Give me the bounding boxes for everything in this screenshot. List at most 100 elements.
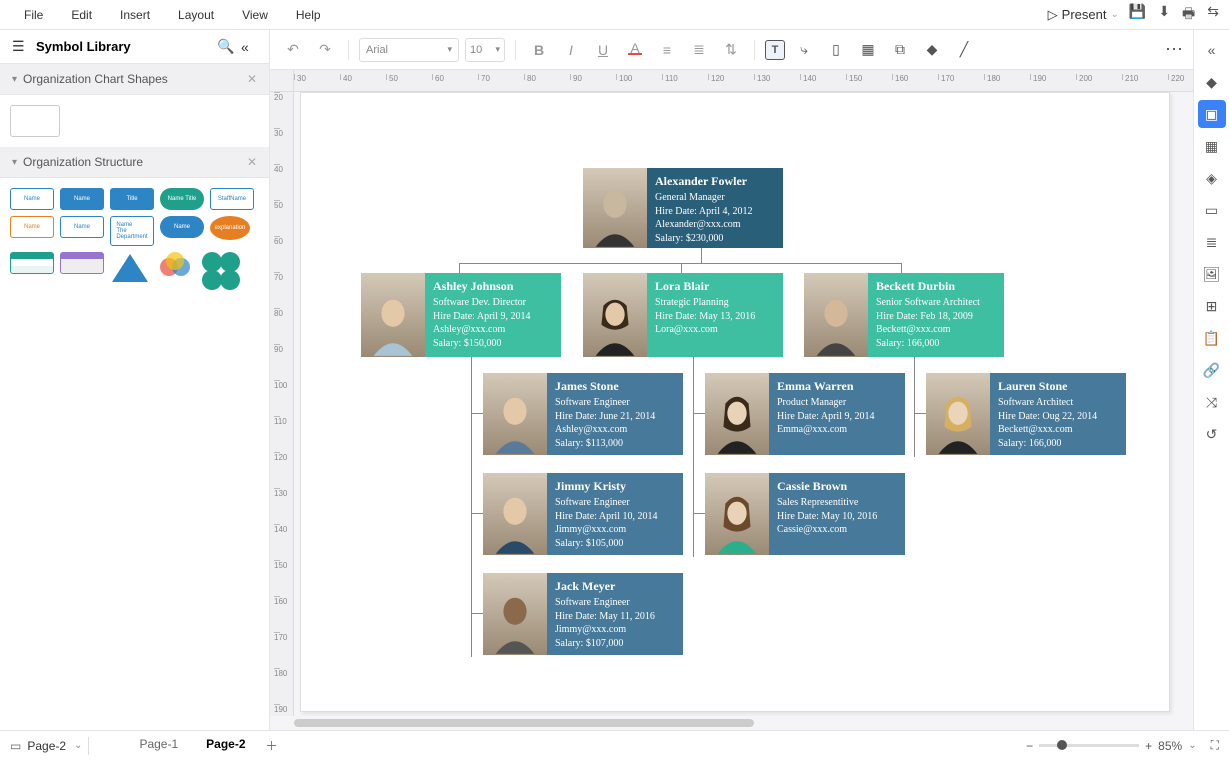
expand-panel-icon[interactable]: « <box>1198 36 1226 64</box>
connector <box>901 263 902 273</box>
close-icon[interactable]: ✕ <box>247 155 257 169</box>
connector <box>471 413 483 414</box>
connector <box>701 248 702 263</box>
menu-edit[interactable]: Edit <box>57 2 106 28</box>
status-bar: ▭ Page-2 ⌄ Page-1 Page-2 ＋ − + 85% ⌄ ⛶ <box>0 730 1229 760</box>
fullscreen-icon[interactable]: ⛶ <box>1211 738 1219 753</box>
valign-button[interactable]: ≣ <box>686 37 712 63</box>
align-button[interactable]: ≡ <box>654 37 680 63</box>
save-icon[interactable]: 💾 <box>1129 3 1146 27</box>
zoom-value[interactable]: 85% <box>1158 739 1182 753</box>
scrollbar-horizontal[interactable] <box>294 716 1193 730</box>
slideshow-panel-icon[interactable]: ▭ <box>1198 196 1226 224</box>
print-icon[interactable]: 🖶 <box>1182 3 1195 27</box>
shape-venn4[interactable] <box>202 252 242 292</box>
connector <box>914 413 926 414</box>
shape-outline[interactable]: Name <box>10 188 54 210</box>
org-card-leaf[interactable]: Jimmy Kristy Software Engineer Hire Date… <box>483 473 683 555</box>
redo-button[interactable]: ↷ <box>312 37 338 63</box>
page-select-label: Page-2 <box>27 739 66 753</box>
line-style-button[interactable]: ╱ <box>951 37 977 63</box>
italic-button[interactable]: I <box>558 37 584 63</box>
connector <box>471 357 472 657</box>
connector <box>471 613 483 614</box>
zoom-slider[interactable] <box>1039 744 1139 747</box>
search-icon[interactable]: 🔍 <box>217 38 233 55</box>
page-tab-1[interactable]: Page-1 <box>125 731 192 760</box>
page-tab-2[interactable]: Page-2 <box>192 731 259 760</box>
menu-insert[interactable]: Insert <box>106 2 164 28</box>
category-org-chart-shapes[interactable]: ▾ Organization Chart Shapes ✕ <box>0 64 269 95</box>
org-card-leaf[interactable]: Emma Warren Product Manager Hire Date: A… <box>705 373 905 455</box>
properties-panel-icon[interactable]: ▣ <box>1198 100 1226 128</box>
org-card-leaf[interactable]: Jack Meyer Software Engineer Hire Date: … <box>483 573 683 655</box>
layout-icon[interactable]: ▭ <box>10 739 21 753</box>
distribute-button[interactable]: ▦ <box>855 37 881 63</box>
menu-view[interactable]: View <box>228 2 282 28</box>
shape-table1[interactable] <box>10 252 54 274</box>
shuffle-panel-icon[interactable]: ⤨ <box>1198 388 1226 416</box>
data-panel-icon[interactable]: ≣ <box>1198 228 1226 256</box>
image-panel-icon[interactable]: 🖼 <box>1198 260 1226 288</box>
fill-panel-icon[interactable]: ◆ <box>1198 68 1226 96</box>
arrange-panel-icon[interactable]: ⊞ <box>1198 292 1226 320</box>
shape-org-card[interactable] <box>10 105 60 137</box>
zoom-out-button[interactable]: − <box>1026 739 1033 753</box>
link-panel-icon[interactable]: 🔗 <box>1198 356 1226 384</box>
org-card-mid-2[interactable]: Beckett Durbin Senior Software Architect… <box>804 273 1004 357</box>
bold-button[interactable]: B <box>526 37 552 63</box>
size-select[interactable]: 10▾ <box>465 38 505 62</box>
share-icon[interactable]: ⇆ <box>1207 3 1219 27</box>
menu-file[interactable]: File <box>10 2 57 28</box>
org-card-leaf[interactable]: James Stone Software Engineer Hire Date:… <box>483 373 683 455</box>
org-card-mid-1[interactable]: Lora Blair Strategic Planning Hire Date:… <box>583 273 783 357</box>
present-button[interactable]: ▷ Present ⌄ <box>1048 7 1119 23</box>
zoom-in-button[interactable]: + <box>1145 739 1152 753</box>
layers-panel-icon[interactable]: ◈ <box>1198 164 1226 192</box>
history-panel-icon[interactable]: ↺ <box>1198 420 1226 448</box>
photo <box>361 273 425 357</box>
menu-layout[interactable]: Layout <box>164 2 228 28</box>
font-select[interactable]: Arial▾ <box>359 38 459 62</box>
canvas-area[interactable]: 3040506070809010011012013014015016017018… <box>270 70 1193 730</box>
org-card-leaf[interactable]: Cassie Brown Sales Representitive Hire D… <box>705 473 905 555</box>
more-button[interactable]: ⋯ <box>1165 39 1183 60</box>
page-canvas[interactable]: Alexander Fowler General Manager Hire Da… <box>300 92 1170 712</box>
fill-button[interactable]: ◆ <box>919 37 945 63</box>
shape-staffname[interactable]: StaffName <box>210 188 254 210</box>
shape-name2[interactable]: Name <box>60 216 104 238</box>
org-card-leaf[interactable]: Lauren Stone Software Architect Hire Dat… <box>926 373 1126 455</box>
download-icon[interactable]: ⬇ <box>1158 3 1170 27</box>
ruler-corner <box>270 70 294 92</box>
grid-panel-icon[interactable]: ▦ <box>1198 132 1226 160</box>
line-spacing-button[interactable]: ⇅ <box>718 37 744 63</box>
menu-help[interactable]: Help <box>282 2 335 28</box>
shape-title[interactable]: Title <box>110 188 154 210</box>
shape-table2[interactable] <box>60 252 104 274</box>
clipboard-panel-icon[interactable]: 📋 <box>1198 324 1226 352</box>
page-select[interactable]: Page-2 ⌄ <box>27 739 82 753</box>
add-page-button[interactable]: ＋ <box>260 731 284 760</box>
photo <box>804 273 868 357</box>
shape-venn3[interactable] <box>156 252 196 280</box>
underline-button[interactable]: U <box>590 37 616 63</box>
undo-button[interactable]: ↶ <box>280 37 306 63</box>
shape-teal-pill[interactable]: Name Title <box>160 188 204 210</box>
category-org-structure[interactable]: ▾ Organization Structure ✕ <box>0 147 269 178</box>
shape-triangle[interactable] <box>110 252 150 284</box>
font-color-button[interactable]: A <box>622 37 648 63</box>
connector-tool-button[interactable]: ⤷ <box>791 37 817 63</box>
shape-blue[interactable]: Name <box>60 188 104 210</box>
shape-dept[interactable]: NameTheDepartment <box>110 216 154 246</box>
shape-ellipse[interactable]: explanation <box>210 216 250 240</box>
collapse-panel-icon[interactable]: « <box>241 39 257 55</box>
group-button[interactable]: ⧉ <box>887 37 913 63</box>
text-tool-button[interactable]: T <box>765 40 785 60</box>
shape-blue-pill[interactable]: Name <box>160 216 204 238</box>
org-card-top[interactable]: Alexander Fowler General Manager Hire Da… <box>583 168 783 248</box>
shape-orange[interactable]: Name <box>10 216 54 238</box>
close-icon[interactable]: ✕ <box>247 72 257 86</box>
align-objects-button[interactable]: ▯ <box>823 37 849 63</box>
org-card-mid-0[interactable]: Ashley Johnson Software Dev. Director Hi… <box>361 273 561 357</box>
right-panel-strip: « ◆ ▣ ▦ ◈ ▭ ≣ 🖼 ⊞ 📋 🔗 ⤨ ↺ <box>1193 30 1229 730</box>
